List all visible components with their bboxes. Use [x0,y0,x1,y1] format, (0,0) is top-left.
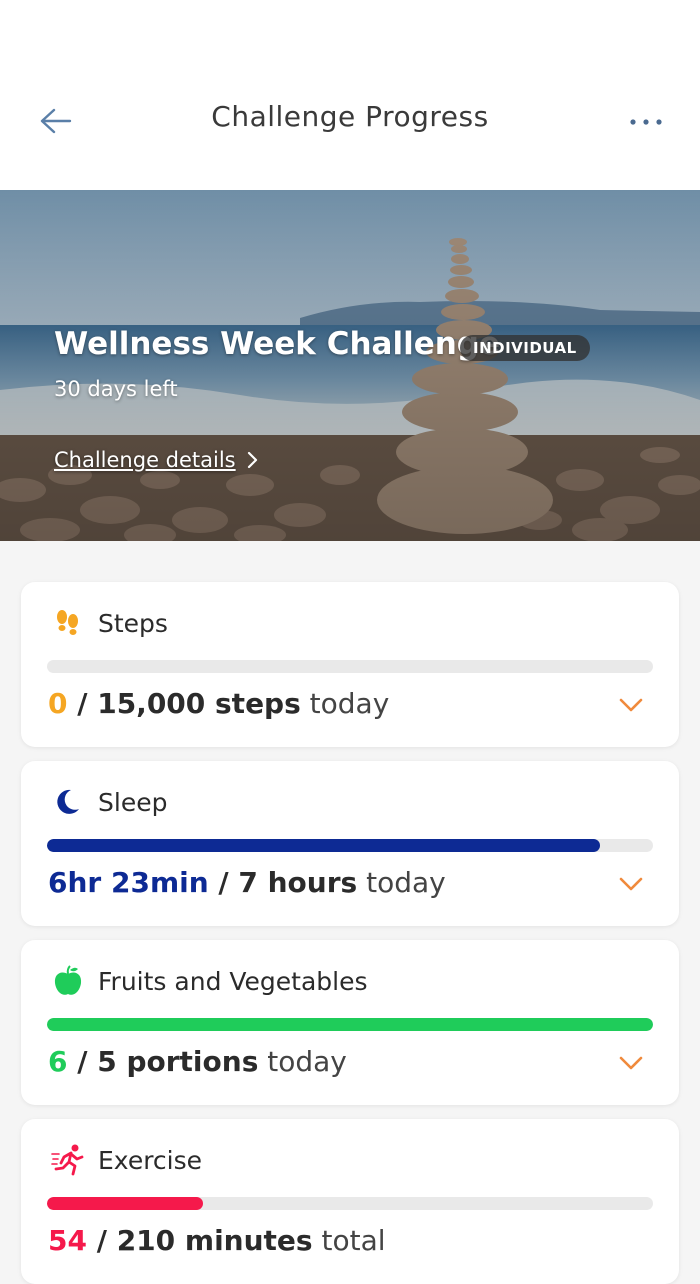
challenge-type-badge: INDIVIDUAL [460,335,590,361]
challenge-hero-banner: Wellness Week Challenge INDIVIDUAL 30 da… [0,190,700,541]
metric-separator: / [67,1045,98,1078]
metric-current-value: 54 [48,1224,87,1257]
metric-separator: / [86,1224,117,1257]
metric-goal: 15,000 steps [97,687,301,720]
metric-value-line: 6 / 5 portions today [48,1045,347,1078]
progress-fill [47,1018,653,1031]
progress-track [47,1018,653,1031]
metric-label: Fruits and Vegetables [98,967,368,996]
metric-goal: 5 portions [97,1045,259,1078]
metric-card-fruits-vegetables[interactable]: Fruits and Vegetables 6 / 5 portions tod… [21,940,679,1105]
hero-background-image [0,190,700,541]
challenge-title: Wellness Week Challenge [54,326,501,362]
running-icon [51,1144,84,1176]
more-options-button[interactable] [622,108,670,136]
metric-value-line: 6hr 23min / 7 hours today [48,866,446,899]
progress-fill [47,839,600,852]
apple-icon [54,965,82,995]
metric-card-sleep[interactable]: Sleep 6hr 23min / 7 hours today [21,761,679,926]
metric-current-value: 6hr 23min [48,866,209,899]
metric-suffix: today [258,1045,347,1078]
metric-current-value: 6 [48,1045,68,1078]
challenge-details-link[interactable]: Challenge details [54,448,260,472]
progress-track [47,839,653,852]
more-dots-icon [630,119,662,125]
metric-current-value: 0 [48,687,68,720]
footsteps-icon [57,610,78,635]
challenge-details-label: Challenge details [54,448,236,472]
top-bar: Challenge Progress [0,0,700,190]
metric-goal: 7 hours [238,866,358,899]
metric-suffix: today [300,687,390,720]
chevron-down-icon[interactable] [617,1052,645,1074]
days-left-text: 30 days left [54,377,178,401]
chevron-down-icon[interactable] [617,873,645,895]
progress-track [47,660,653,673]
metric-suffix: today [357,866,446,899]
metric-separator: / [67,687,98,720]
metric-label: Steps [98,609,168,638]
metric-suffix: total [312,1224,386,1257]
progress-fill [47,1197,203,1210]
progress-track [47,1197,653,1210]
moon-icon [57,789,79,814]
metric-label: Exercise [98,1146,203,1175]
chevron-right-icon [247,451,257,469]
metric-value-line: 54 / 210 minutes total [48,1224,386,1257]
chevron-down-icon[interactable] [617,694,645,716]
metric-card-exercise[interactable]: Exercise 54 / 210 minutes total [21,1119,679,1284]
metric-label: Sleep [98,788,168,817]
page-title: Challenge Progress [211,100,489,133]
metric-goal: 210 minutes [116,1224,313,1257]
metric-value-line: 0 / 15,000 steps today [48,687,389,720]
metric-card-steps[interactable]: Steps 0 / 15,000 steps today [21,582,679,747]
metric-separator: / [208,866,239,899]
